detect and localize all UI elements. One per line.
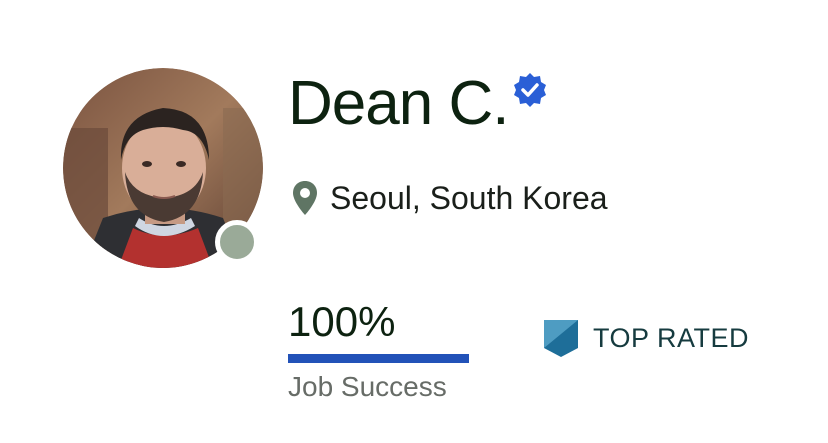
job-success-bar <box>288 354 469 363</box>
job-success-label: Job Success <box>288 371 447 402</box>
location-text: Seoul, South Korea <box>330 179 608 216</box>
status-indicator <box>215 220 259 264</box>
top-rated-badge[interactable]: TOP RATED <box>543 316 749 360</box>
job-success-score[interactable]: 100% Job Success <box>288 296 478 403</box>
job-success-bar-fill <box>288 354 469 363</box>
top-rated-label: TOP RATED <box>593 322 750 353</box>
top-rated-badge-icon <box>544 320 578 357</box>
location-row: Seoul, South Korea <box>292 176 608 220</box>
profile-name: Dean C. <box>288 69 509 138</box>
map-pin-icon <box>293 181 317 215</box>
job-success-value: 100% <box>288 298 396 345</box>
name-row: Dean C. <box>288 66 548 142</box>
avatar-container[interactable] <box>63 68 263 268</box>
verified-badge-icon <box>514 73 547 107</box>
freelancer-profile-card: Dean C. Seoul, South Korea 100% Job Succ… <box>0 0 828 443</box>
